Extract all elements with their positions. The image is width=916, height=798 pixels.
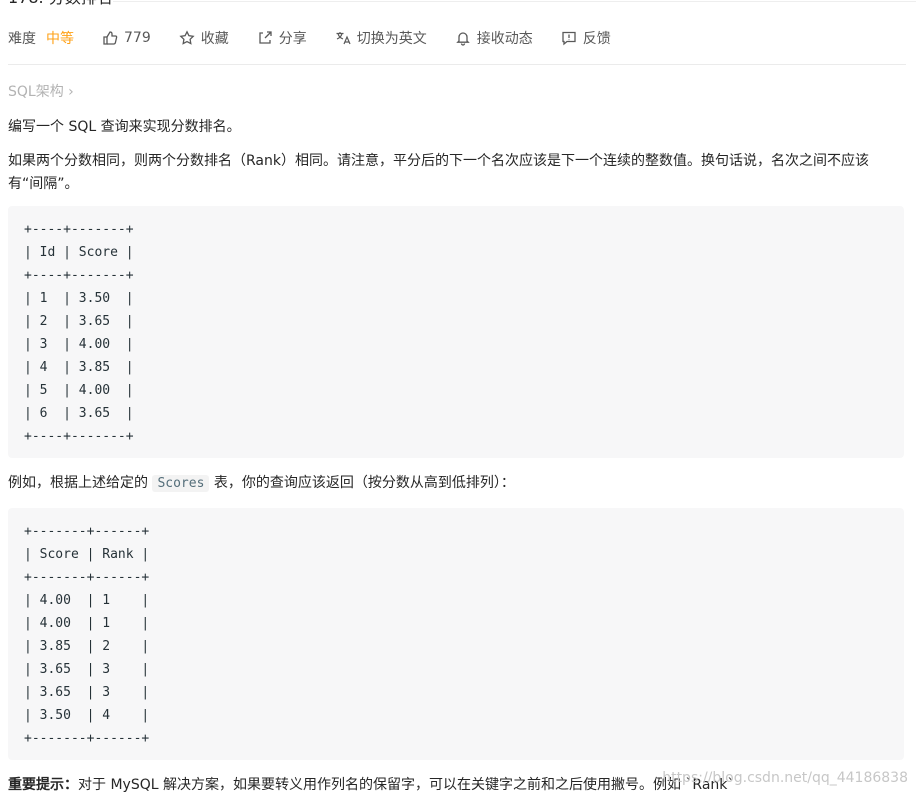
share-button[interactable]: 分享 [257, 28, 307, 48]
star-icon [179, 30, 195, 46]
description-rule: 如果两个分数相同，则两个分数排名（Rank）相同。请注意，平分后的下一个名次应该… [8, 153, 869, 192]
tip-text: 对于 MySQL 解决方案，如果要转义用作列名的保留字，可以在关键字之前和之后使… [78, 777, 735, 793]
feedback-label: 反馈 [582, 31, 611, 47]
share-label: 分享 [278, 31, 307, 47]
meta-divider [8, 64, 906, 65]
tip-label: 重要提示： [8, 777, 78, 793]
problem-title: 178. 分数排名 [0, 0, 916, 8]
translate-icon [335, 30, 351, 46]
result-table-code-block: +-------+------+ | Score | Rank | +-----… [8, 508, 904, 760]
feedback-button[interactable]: 反馈 [561, 28, 611, 48]
switch-language-button[interactable]: 切换为英文 [335, 28, 427, 48]
watermark: https://blog.csdn.net/qq_44186838 [662, 770, 908, 786]
share-icon [257, 30, 273, 46]
subscribe-label: 接收动态 [476, 31, 533, 47]
favorite-label: 收藏 [200, 31, 229, 47]
like-button[interactable]: 779 [102, 30, 151, 46]
favorite-button[interactable]: 收藏 [179, 28, 229, 48]
description-intro: 编写一个 SQL 查询来实现分数排名。 [8, 119, 241, 135]
subscribe-button[interactable]: 接收动态 [455, 28, 533, 48]
example-suffix: 表，你的查询应该返回（按分数从高到低排列）： [213, 475, 515, 491]
inline-code-table-name: Scores [152, 475, 210, 492]
difficulty-label: 难度 [8, 31, 36, 47]
scores-table-code-block: +----+-------+ | Id | Score | +----+----… [8, 206, 904, 458]
problem-meta-bar: 难度 中等 779 收藏 分享 切换为英文 接收动态 反馈 [8, 26, 639, 50]
example-prefix: 例如，根据上述给定的 [8, 475, 148, 491]
switch-language-label: 切换为英文 [356, 31, 427, 47]
like-count: 779 [124, 30, 151, 46]
feedback-icon [561, 30, 577, 46]
difficulty-badge: 中等 [46, 31, 74, 47]
description-example: 例如，根据上述给定的 Scores 表，你的查询应该返回（按分数从高到低排列）： [8, 472, 902, 495]
bell-icon [455, 30, 471, 46]
thumbs-up-icon [102, 30, 118, 46]
breadcrumb[interactable]: SQL架构 › [8, 81, 74, 101]
